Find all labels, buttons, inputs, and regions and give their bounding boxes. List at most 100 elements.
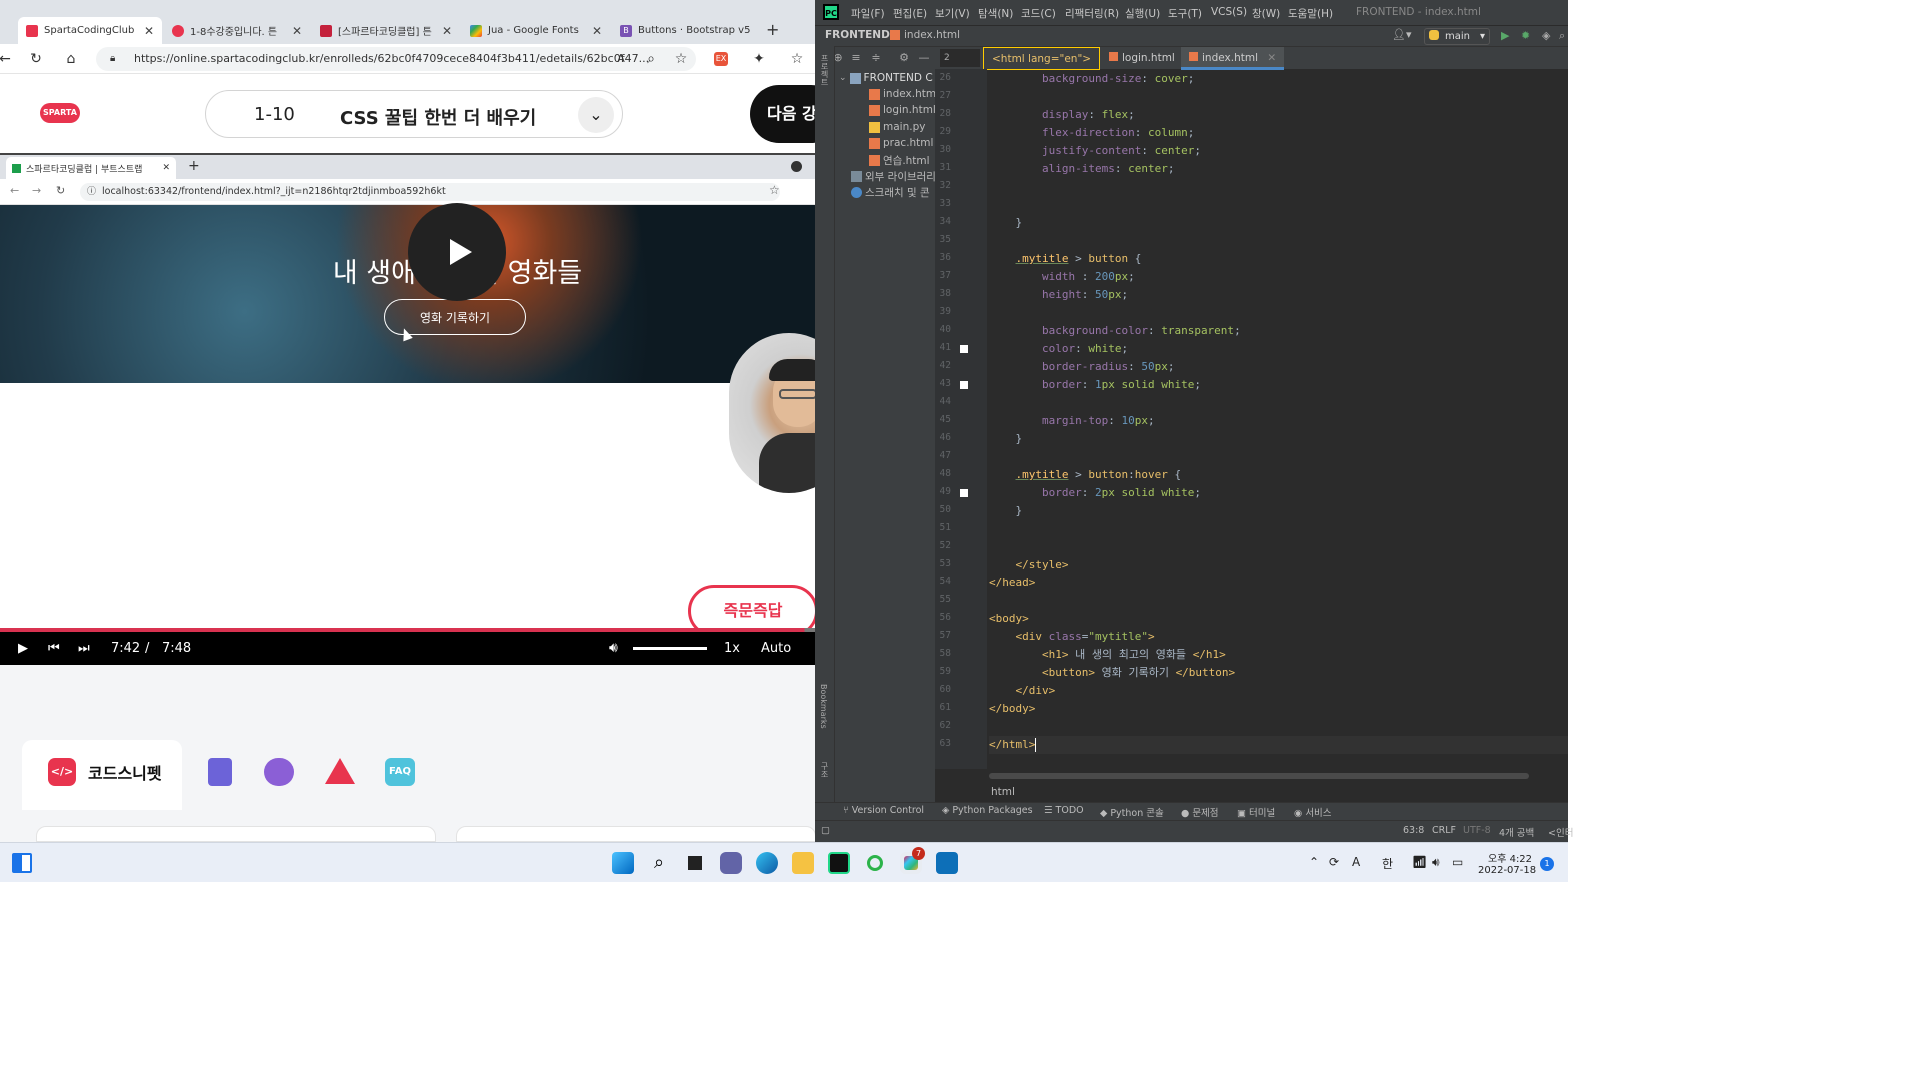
extension-icon[interactable]: EX xyxy=(714,52,728,66)
code-line[interactable] xyxy=(989,394,1568,412)
code-line[interactable]: height: 50px; xyxy=(989,286,1568,304)
tab-python-console[interactable]: ◆ Python 콘솔 xyxy=(1100,805,1164,819)
close-icon[interactable]: ✕ xyxy=(144,24,154,38)
code-line[interactable]: </head> xyxy=(989,574,1568,592)
tab-python-packages[interactable]: ◈ Python Packages xyxy=(942,805,1033,816)
code-line[interactable]: <h1> 내 생의 최고의 영화들 </h1> xyxy=(989,646,1568,664)
previous-icon[interactable]: ⏮ xyxy=(48,632,60,665)
file-encoding[interactable]: UTF-8 xyxy=(1463,825,1491,836)
interpreter-setting[interactable]: <인터 xyxy=(1548,825,1573,839)
code-line[interactable]: </div> xyxy=(989,682,1568,700)
warning-icon[interactable] xyxy=(325,758,355,786)
code-line[interactable]: </style> xyxy=(989,556,1568,574)
search-everywhere-icon[interactable]: ⌕ xyxy=(1559,29,1565,43)
tab-login-html[interactable]: login.html xyxy=(1101,47,1183,70)
close-icon[interactable]: ✕ xyxy=(442,24,452,38)
quality-button[interactable]: Auto xyxy=(761,632,791,665)
code-line[interactable]: align-items: center; xyxy=(989,160,1568,178)
code-line[interactable] xyxy=(989,232,1568,250)
code-line[interactable] xyxy=(989,592,1568,610)
code-line[interactable]: </html> xyxy=(989,736,1568,754)
horizontal-scrollbar[interactable] xyxy=(989,773,1529,779)
tab-version-control[interactable]: ⑂ Version Control xyxy=(843,805,924,816)
layout-icon[interactable]: ▢ xyxy=(821,825,830,836)
run-icon[interactable]: ▶ xyxy=(1501,29,1509,42)
indent-setting[interactable]: 4개 공백 xyxy=(1499,825,1534,839)
nav-project[interactable]: FRONTEND xyxy=(825,29,890,41)
menu-view[interactable]: 보기(V) xyxy=(935,6,970,21)
start-icon[interactable] xyxy=(612,852,634,874)
play-button[interactable] xyxy=(408,203,506,301)
task-view-icon[interactable] xyxy=(684,852,706,874)
code-line[interactable]: flex-direction: column; xyxy=(989,124,1568,142)
sync-icon[interactable]: ⟳ xyxy=(1329,855,1339,869)
wifi-icon[interactable]: 📶︎ xyxy=(1412,855,1427,869)
chevron-down-icon[interactable]: ⌄ xyxy=(578,97,614,133)
extensions-puzzle-icon[interactable]: ✦ xyxy=(750,50,768,68)
gear-icon[interactable]: ⚙ xyxy=(897,51,911,65)
run-configuration-select[interactable]: main ▾ xyxy=(1424,28,1490,45)
volume-icon[interactable]: 🔊︎ xyxy=(609,632,618,665)
clock-date[interactable]: 2022-07-18 xyxy=(1478,865,1536,876)
volume-slider[interactable] xyxy=(633,647,707,650)
debug-icon[interactable]: ✹ xyxy=(1521,29,1530,42)
battery-icon[interactable]: ▭ xyxy=(1452,855,1463,869)
tree-item-practice-html[interactable]: 연습.html xyxy=(869,153,930,168)
code-line[interactable]: justify-content: center; xyxy=(989,142,1568,160)
code-line[interactable] xyxy=(989,304,1568,322)
hide-icon[interactable]: — xyxy=(917,51,931,65)
code-editor[interactable]: background-size: cover; display: flex; f… xyxy=(989,69,1568,769)
change-marker[interactable] xyxy=(960,489,968,497)
menu-edit[interactable]: 편집(E) xyxy=(893,6,927,21)
code-line[interactable]: .mytitle > button { xyxy=(989,250,1568,268)
code-line[interactable]: background-size: cover; xyxy=(989,70,1568,88)
snippet-card[interactable] xyxy=(36,826,436,842)
code-line[interactable]: background-color: transparent; xyxy=(989,322,1568,340)
tab-services[interactable]: ◉ 서비스 xyxy=(1294,805,1332,819)
code-line[interactable]: display: flex; xyxy=(989,106,1568,124)
read-aloud-icon[interactable]: A xyxy=(612,50,630,68)
clock-time[interactable]: 오후 4:22 xyxy=(1488,850,1532,865)
close-icon[interactable]: ✕ xyxy=(1267,52,1276,64)
code-line[interactable]: border: 2px solid white; xyxy=(989,484,1568,502)
code-line[interactable]: } xyxy=(989,214,1568,232)
teams-chat-icon[interactable] xyxy=(720,852,742,874)
next-icon[interactable]: ⏭ xyxy=(78,632,90,665)
faq-icon[interactable]: FAQ xyxy=(385,758,415,786)
chat-icon[interactable] xyxy=(264,758,294,786)
close-icon[interactable]: ✕ xyxy=(592,24,602,38)
menu-navigate[interactable]: 탐색(N) xyxy=(978,6,1013,21)
speed-button[interactable]: 1x xyxy=(724,632,740,665)
bookmarks-tool-label[interactable]: Bookmarks xyxy=(819,684,828,729)
browser-tab-sparta[interactable]: SpartaCodingClub ✕ xyxy=(18,17,162,44)
code-line[interactable]: border-radius: 50px; xyxy=(989,358,1568,376)
code-line[interactable] xyxy=(989,718,1568,736)
menu-file[interactable]: 파일(F) xyxy=(851,6,885,21)
volume-icon[interactable]: 🔊︎ xyxy=(1432,855,1440,870)
tab-terminal[interactable]: ▣ 터미널 xyxy=(1237,805,1275,819)
menu-code[interactable]: 코드(C) xyxy=(1021,6,1056,21)
breadcrumb-html[interactable]: html xyxy=(991,786,1015,798)
nav-file[interactable]: index.html xyxy=(904,29,960,41)
checklist-icon[interactable] xyxy=(208,758,232,786)
tab-todo[interactable]: ☰ TODO xyxy=(1044,805,1084,816)
structure-tool-label[interactable]: 구조 xyxy=(819,762,830,778)
next-lesson-button[interactable]: 다음 강 xyxy=(750,85,815,143)
zoom-icon[interactable]: ⌕ xyxy=(642,50,660,68)
url-field[interactable]: 🔒︎ https://online.spartacodingclub.kr/en… xyxy=(96,47,696,71)
code-line[interactable] xyxy=(989,196,1568,214)
snippet-card[interactable] xyxy=(456,826,815,842)
browser-tab-course-2[interactable]: 1-8수강중입니다. 튼 ✕ xyxy=(164,17,310,44)
snippet-tab-code[interactable]: </> 코드스니펫 xyxy=(22,740,182,810)
code-line[interactable]: width : 200px; xyxy=(989,268,1568,286)
notification-badge[interactable]: 1 xyxy=(1540,857,1554,871)
app-icon[interactable] xyxy=(864,852,886,874)
back-icon[interactable]: ← xyxy=(0,50,14,68)
ime-mode-korean[interactable]: 한 xyxy=(1382,855,1393,872)
user-icon[interactable]: 👤︎▾ xyxy=(1392,28,1412,41)
file-explorer-icon[interactable] xyxy=(792,852,814,874)
collapse-all-icon[interactable]: ≑ xyxy=(869,51,883,65)
change-marker[interactable] xyxy=(960,381,968,389)
project-tool-label[interactable]: 프로젝트 xyxy=(819,54,830,86)
code-line[interactable] xyxy=(989,538,1568,556)
